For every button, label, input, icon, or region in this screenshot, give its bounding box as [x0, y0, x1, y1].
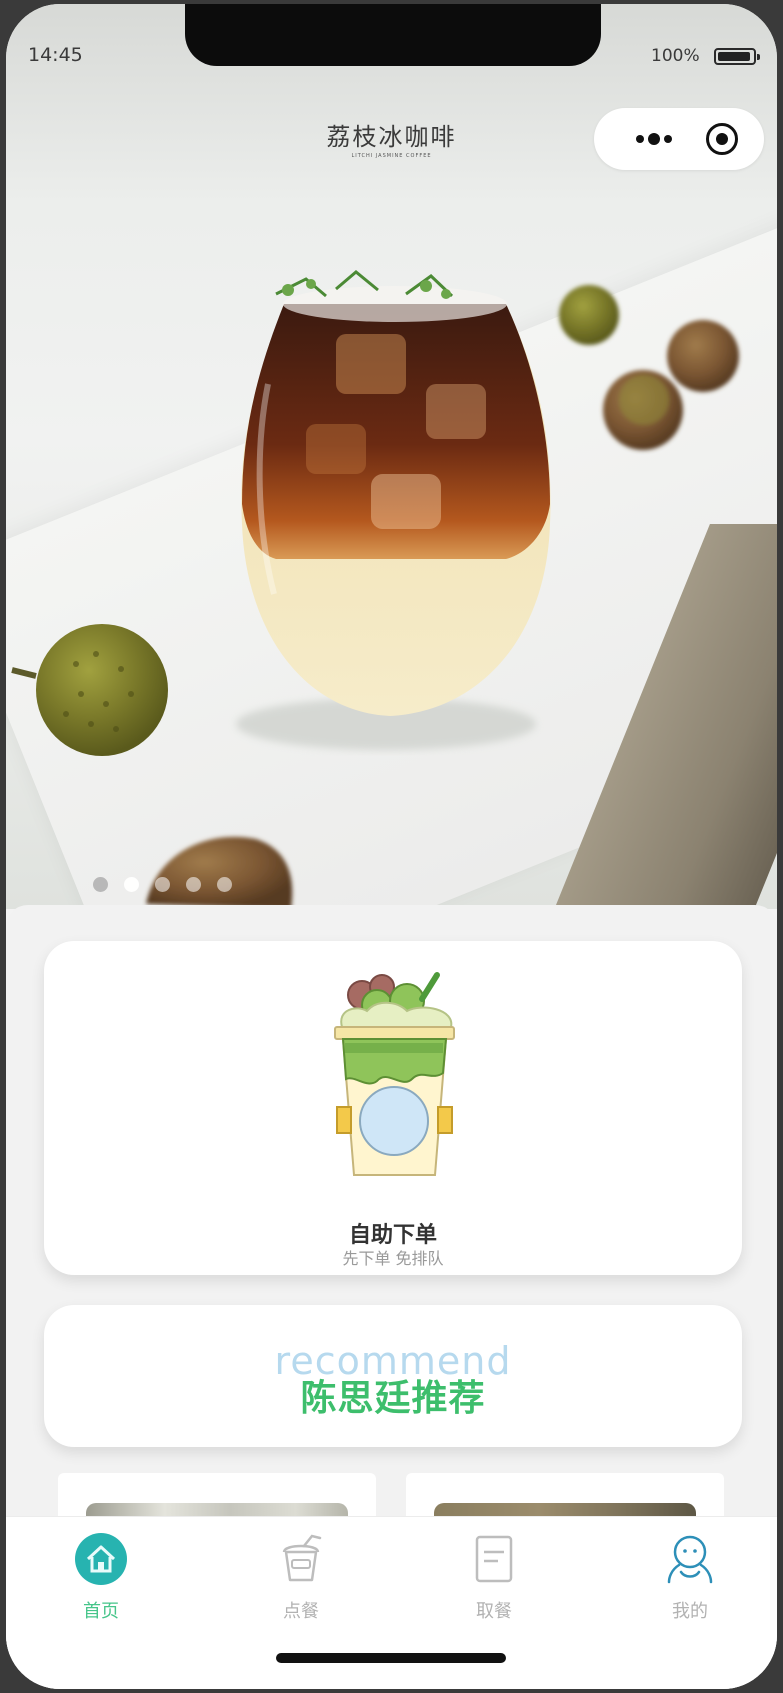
self-order-subtitle: 先下单 免排队 — [342, 1249, 444, 1268]
user-icon — [667, 1535, 713, 1584]
carousel-dot[interactable] — [155, 877, 170, 892]
target-close-icon[interactable] — [706, 123, 738, 155]
carousel-dot-active[interactable] — [124, 877, 139, 892]
miniprogram-capsule — [594, 108, 764, 170]
tab-pickup[interactable]: 取餐 — [434, 1529, 554, 1629]
self-order-card[interactable]: 自助下单 先下单 免排队 — [44, 941, 742, 1275]
drink-cup-icon — [282, 1534, 322, 1582]
carousel-dot[interactable] — [217, 877, 232, 892]
carousel-dots — [93, 877, 232, 892]
home-icon — [75, 1533, 127, 1585]
carousel-dot[interactable] — [186, 877, 201, 892]
carousel-dot[interactable] — [93, 877, 108, 892]
device-notch — [185, 4, 601, 66]
recommend-title-cn: 陈思廷推荐 — [300, 1378, 486, 1419]
more-dots-icon[interactable] — [614, 108, 694, 170]
home-indicator[interactable] — [276, 1653, 506, 1663]
phone-screen: 14:45 100% 荔枝冰咖啡 LITCHI JASMINE COFFEE 自… — [6, 4, 777, 1689]
hero-banner[interactable]: 14:45 100% 荔枝冰咖啡 LITCHI JASMINE COFFEE — [6, 4, 777, 909]
tab-mine[interactable]: 我的 — [630, 1529, 750, 1629]
battery-icon — [714, 48, 760, 65]
receipt-icon — [475, 1535, 513, 1583]
tab-mine-label: 我的 — [672, 1601, 708, 1622]
tab-pickup-label: 取餐 — [476, 1601, 512, 1622]
recommend-card[interactable]: recommend 陈思廷推荐 — [44, 1305, 742, 1447]
bottom-tab-bar: 首页 点餐 取餐 我的 — [6, 1516, 777, 1689]
tab-home[interactable]: 首页 — [41, 1529, 161, 1629]
tab-order[interactable]: 点餐 — [241, 1529, 361, 1629]
status-time: 14:45 — [28, 44, 83, 66]
battery-percent: 100% — [651, 46, 700, 66]
bubble-tea-cup-icon — [334, 972, 455, 1176]
tab-home-label: 首页 — [83, 1601, 119, 1622]
tab-order-label: 点餐 — [283, 1601, 319, 1622]
